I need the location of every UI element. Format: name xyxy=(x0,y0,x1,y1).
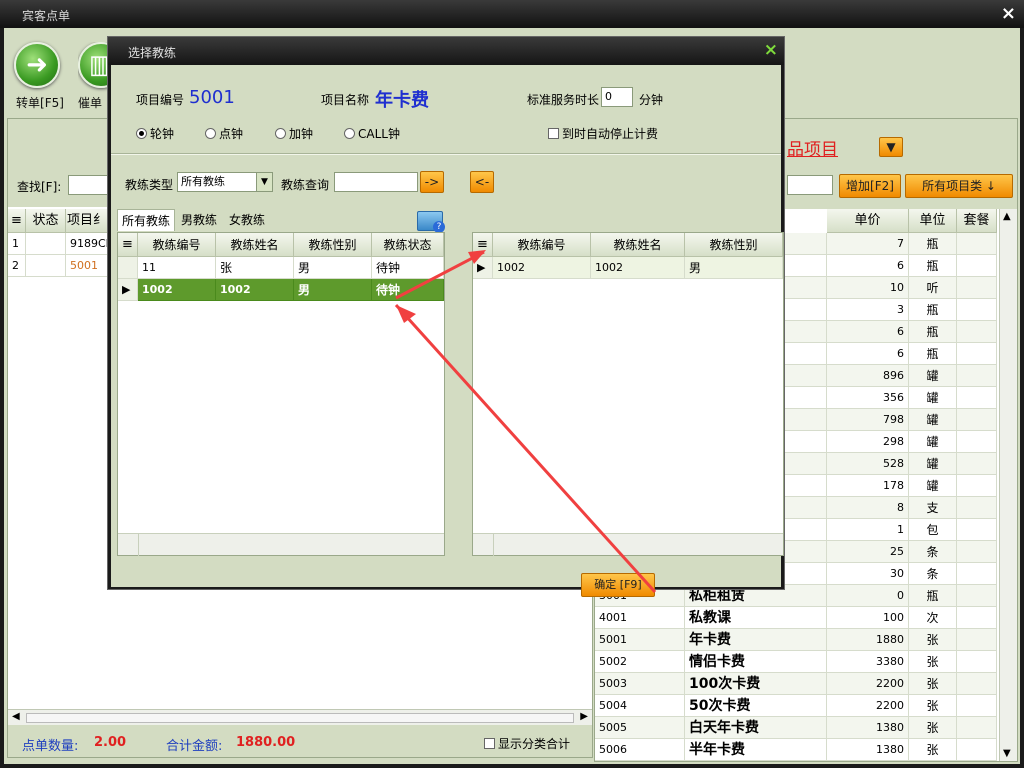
arrow-to-selected-coach xyxy=(394,303,657,594)
annotation-arrows xyxy=(394,250,657,594)
arrowhead xyxy=(468,250,486,264)
arrowhead xyxy=(396,305,416,323)
arrow-to-right-grid xyxy=(395,250,485,300)
